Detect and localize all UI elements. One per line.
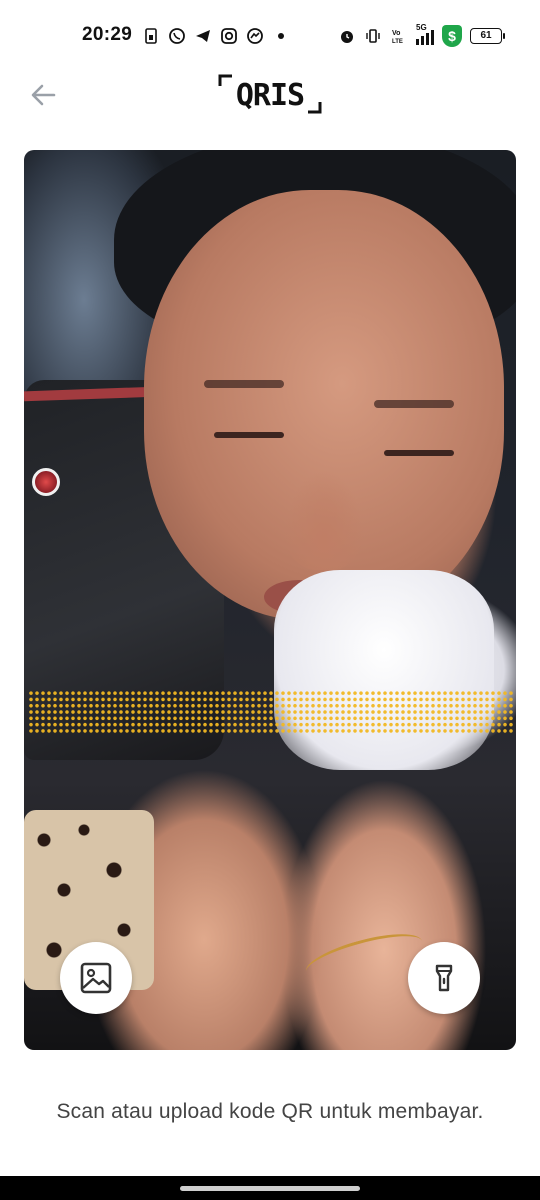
volte-icon: Vo LTE (392, 30, 403, 45)
jacket-button (32, 468, 60, 496)
more-notifications-dot (278, 33, 284, 39)
status-bar: 20:29 Vo LTE 5G $ 61 (0, 0, 540, 72)
alarm-icon (341, 31, 353, 43)
camera-preview (24, 150, 516, 1050)
sim-icon (145, 28, 157, 44)
whatsapp-icon (169, 28, 185, 44)
right-eye (384, 450, 454, 456)
system-icons: Vo LTE 5G $ 61 (338, 23, 505, 48)
navigation-bar (0, 1176, 540, 1200)
upload-from-gallery-button[interactable] (60, 942, 132, 1014)
svg-text:Vo: Vo (392, 30, 400, 37)
shirt (274, 570, 494, 770)
telegram-icon (196, 30, 210, 42)
flashlight-button[interactable] (408, 942, 480, 1014)
flashlight-icon (435, 964, 453, 992)
instagram-icon (221, 28, 237, 44)
nose (284, 470, 364, 570)
logo-text: QRIS (235, 78, 305, 113)
scan-instruction: Scan atau upload kode QR untuk membayar. (56, 1100, 484, 1123)
notification-icons (142, 26, 284, 46)
image-gallery-icon (80, 962, 112, 994)
qris-logo: QRIS (218, 74, 322, 114)
scan-line (28, 690, 514, 734)
status-time: 20:29 (82, 24, 133, 45)
security-shield-icon: $ (442, 25, 462, 47)
vibrate-icon (366, 29, 380, 43)
battery-icon: 61 (470, 28, 505, 44)
left-eye (214, 432, 284, 438)
right-brow (374, 400, 454, 408)
signal-icon: 5G (416, 23, 434, 45)
network-type: 5G (416, 23, 427, 32)
back-arrow-icon[interactable] (26, 78, 60, 112)
home-gesture-handle[interactable] (180, 1186, 360, 1191)
left-brow (204, 380, 284, 388)
messenger-icon (247, 28, 263, 44)
svg-text:LTE: LTE (392, 39, 403, 45)
